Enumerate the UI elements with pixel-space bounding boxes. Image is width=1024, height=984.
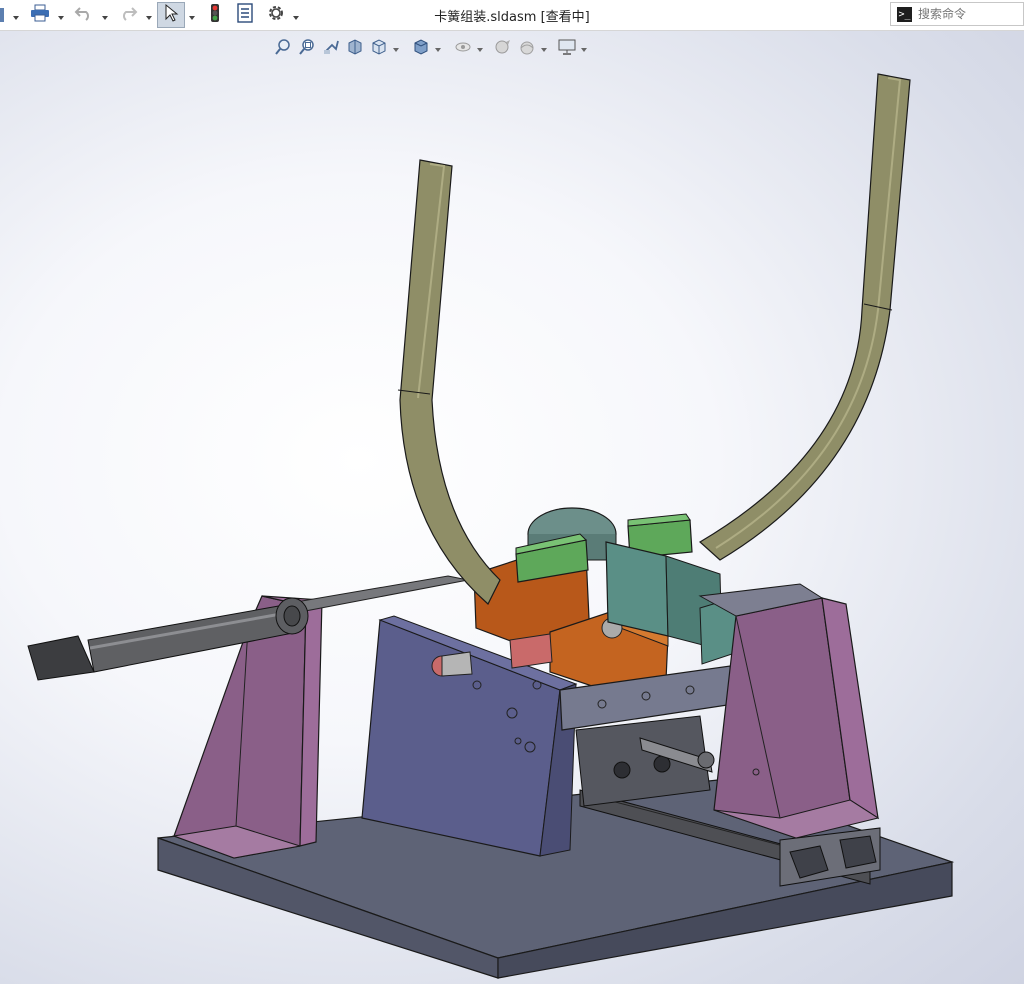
- file-properties-icon: [236, 3, 254, 27]
- cursor-arrow-icon: [163, 3, 179, 27]
- file-properties-button[interactable]: [233, 2, 257, 28]
- redo-button[interactable]: [116, 2, 140, 28]
- select-dropdown-icon[interactable]: [188, 8, 196, 20]
- select-button[interactable]: [157, 2, 185, 28]
- redo-dropdown-icon[interactable]: [145, 8, 153, 20]
- print-button[interactable]: [28, 2, 52, 28]
- new-document-button[interactable]: [0, 2, 6, 28]
- options-dropdown-icon[interactable]: [292, 8, 300, 20]
- printer-icon: [30, 4, 50, 26]
- title-bar: 卡簧组装.sldasm [查看中] >_: [0, 0, 1024, 31]
- undo-button[interactable]: [72, 2, 96, 28]
- new-document-dropdown-icon[interactable]: [12, 8, 20, 20]
- print-dropdown-icon[interactable]: [57, 8, 65, 20]
- window-title-wrap: 卡簧组装.sldasm [查看中]: [0, 6, 1024, 25]
- assembly-model-render[interactable]: [0, 31, 1024, 984]
- gear-icon: [266, 3, 286, 27]
- options-button[interactable]: [264, 2, 288, 28]
- graphics-viewport[interactable]: [0, 31, 1024, 984]
- redo-icon: [118, 4, 138, 26]
- rebuild-button[interactable]: [204, 2, 226, 28]
- traffic-light-icon: [209, 3, 221, 27]
- search-commands-box[interactable]: >_: [890, 2, 1024, 26]
- undo-icon: [74, 4, 94, 26]
- search-commands-input[interactable]: [918, 7, 1018, 21]
- command-prompt-icon: >_: [897, 6, 912, 22]
- window-title: 卡簧组装.sldasm [查看中]: [434, 10, 590, 25]
- undo-dropdown-icon[interactable]: [101, 8, 109, 20]
- lower-carriage[interactable]: [575, 715, 715, 807]
